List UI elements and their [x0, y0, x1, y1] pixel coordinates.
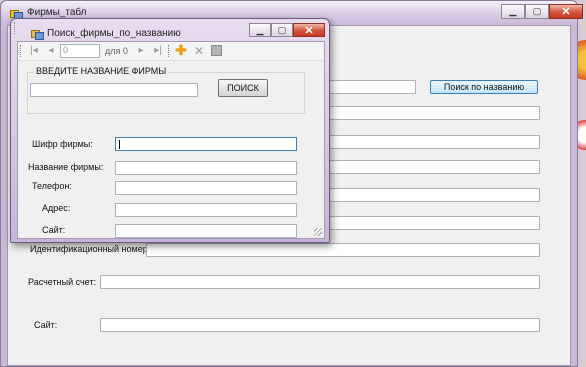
move-previous-icon: ◂	[48, 45, 54, 56]
minimize-icon: ▁	[509, 6, 517, 16]
front-maximize-button[interactable]: ▢	[271, 23, 293, 37]
search-window-title: Поиск_фирмы_по_названию	[47, 28, 181, 39]
back-window-title: Фирмы_табл	[27, 7, 87, 18]
back-field-5[interactable]	[318, 216, 540, 230]
search-name-input[interactable]	[30, 83, 198, 97]
id-number-label: Идентификационный номер:	[30, 244, 151, 254]
move-first-button[interactable]: |◂	[28, 44, 40, 57]
site-label: Сайт:	[42, 225, 66, 235]
search-by-name-button[interactable]: Поиск по названию	[430, 80, 538, 94]
account-input[interactable]	[100, 275, 540, 289]
back-field-4[interactable]	[318, 188, 540, 202]
delete-button[interactable]: ✕	[192, 43, 206, 58]
save-icon	[210, 45, 222, 56]
close-button[interactable]: ✕	[549, 4, 583, 19]
move-next-icon: ▸	[138, 45, 144, 56]
text-cursor	[119, 140, 120, 149]
back-field-3[interactable]	[318, 160, 540, 174]
search-firm-window: Поиск_фирмы_по_названию ▁ ▢ ✕ |◂ ◂ 0 для…	[10, 18, 330, 243]
app-icon	[10, 8, 23, 20]
search-window-client: |◂ ◂ 0 для 0 ▸ ▸| ✚ ✕ ВВЕДИТЕ НАЗВАНИЕ Ф…	[17, 41, 325, 239]
position-input[interactable]: 0	[60, 44, 100, 58]
firm-code-label: Шифр фирмы:	[32, 139, 93, 149]
move-next-button[interactable]: ▸	[136, 44, 146, 57]
firm-name-field[interactable]	[115, 161, 297, 175]
search-button[interactable]: ПОИСК	[218, 79, 268, 97]
add-new-button[interactable]: ✚	[174, 42, 188, 58]
back-field-2[interactable]	[318, 135, 540, 149]
front-close-button[interactable]: ✕	[293, 23, 325, 37]
close-icon: ✕	[561, 6, 571, 18]
back-site-input[interactable]	[100, 318, 540, 332]
phone-input[interactable]	[115, 181, 297, 195]
maximize-icon: ▢	[277, 24, 287, 35]
groupbox-title: ВВЕДИТЕ НАЗВАНИЕ ФИРМЫ	[34, 66, 169, 76]
resize-grip[interactable]	[314, 228, 322, 236]
maximize-button[interactable]: ▢	[525, 4, 549, 19]
address-input[interactable]	[115, 203, 297, 217]
move-last-button[interactable]: ▸|	[152, 44, 164, 57]
binding-navigator: |◂ ◂ 0 для 0 ▸ ▸| ✚ ✕	[18, 42, 324, 61]
toolstrip-grip	[14, 22, 17, 34]
move-last-icon: ▸|	[154, 45, 162, 56]
move-previous-button[interactable]: ◂	[46, 44, 56, 57]
toolbar-grip	[20, 45, 23, 57]
account-label: Расчетный счет:	[28, 277, 97, 287]
id-number-input[interactable]	[146, 243, 540, 257]
site-input[interactable]	[115, 224, 297, 238]
address-label: Адрес:	[42, 203, 71, 213]
toolbar-separator	[168, 45, 171, 57]
maximize-icon: ▢	[532, 6, 542, 16]
firm-name-label: Название фирмы:	[28, 162, 104, 172]
back-field-1[interactable]	[318, 106, 540, 120]
firm-name-groupbox: ВВЕДИТЕ НАЗВАНИЕ ФИРМЫ ПОИСК	[27, 66, 305, 114]
back-site-label: Сайт:	[34, 320, 58, 330]
add-icon: ✚	[175, 42, 187, 58]
app-icon	[31, 28, 44, 40]
phone-label: Телефон:	[32, 181, 72, 191]
save-button[interactable]	[210, 44, 222, 57]
minimize-icon: ▁	[256, 24, 264, 35]
close-icon: ✕	[304, 24, 314, 37]
move-first-icon: |◂	[30, 45, 38, 56]
count-label: для 0	[105, 46, 128, 56]
delete-icon: ✕	[193, 43, 205, 58]
firm-code-input[interactable]	[115, 137, 297, 151]
firm-name-input[interactable]	[318, 80, 416, 94]
front-minimize-button[interactable]: ▁	[249, 23, 271, 37]
minimize-button[interactable]: ▁	[501, 4, 525, 19]
